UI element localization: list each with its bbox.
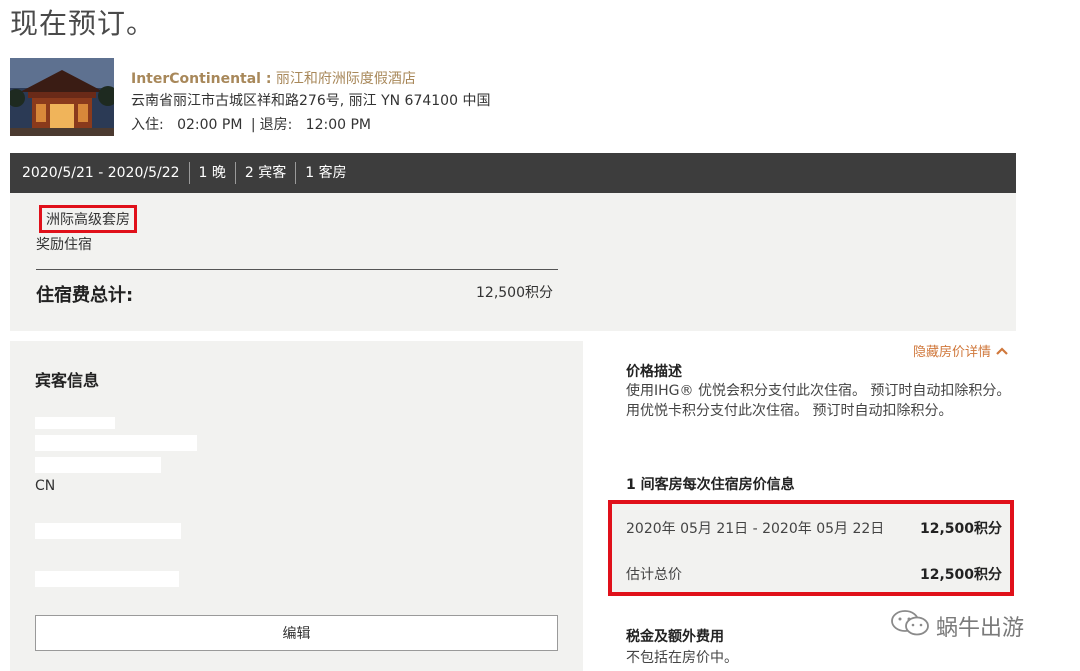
price-description-heading: 价格描述 — [626, 364, 682, 380]
estimated-total-label: 估计总价 — [626, 567, 682, 583]
nightly-points: 12,500积分 — [919, 521, 1002, 537]
redacted-guest-name — [35, 417, 115, 429]
stay-nights: 1 晚 — [190, 162, 236, 184]
redacted-member-number — [35, 523, 181, 539]
checkout-label: 退房: — [259, 117, 293, 133]
hide-rate-details-label: 隐藏房价详情 — [913, 345, 992, 360]
stay-summary-bar: 2020/5/21 - 2020/5/22 1 晚 2 宾客 1 客房 — [10, 153, 1016, 193]
summary-divider — [36, 269, 558, 270]
hotel-checkin-checkout: 入住: 02:00 PM | 退房: 12:00 PM — [131, 114, 371, 134]
rate-type: 奖励住宿 — [36, 237, 92, 253]
estimated-total-value: 12,500积分 — [919, 567, 1002, 583]
redacted-guest-email — [35, 435, 197, 451]
wechat-icon — [890, 608, 930, 644]
time-separator: | — [250, 117, 256, 133]
nightly-rate-box: 2020年 05月 21日 - 2020年 05月 22日 12,500积分 估… — [608, 500, 1014, 596]
nightly-rate-heading: 1 间客房每次住宿房价信息 — [626, 477, 795, 493]
guest-info-panel: 宾客信息 CN 编辑 — [10, 341, 583, 671]
hide-rate-details-link[interactable]: 隐藏房价详情 — [913, 341, 1008, 360]
hotel-photo — [10, 58, 114, 136]
guest-info-heading: 宾客信息 — [35, 371, 100, 390]
edit-guest-button[interactable]: 编辑 — [35, 615, 558, 651]
stay-total-label: 住宿费总计: — [36, 285, 134, 306]
price-description-text: 使用IHG® 优悦会积分支付此次住宿。 预订时自动扣除积分。 用优悦卡积分支付此… — [626, 383, 1011, 419]
hotel-brand: InterContinental : — [131, 71, 272, 87]
guest-country: CN — [35, 478, 56, 494]
checkin-label: 入住: — [131, 117, 164, 133]
watermark: 蜗牛出游 — [890, 608, 1024, 644]
checkout-time: 12:00 PM — [305, 117, 371, 133]
tax-fees-text: 不包括在房价中。 — [626, 650, 738, 666]
stay-total-value: 12,500积分 — [476, 285, 553, 301]
room-summary-panel: 洲际高级套房 奖励住宿 住宿费总计: 12,500积分 — [10, 193, 1016, 331]
hotel-address: 云南省丽江市古城区祥和路276号, 丽江 YN 674100 中国 — [131, 93, 491, 109]
nightly-dates: 2020年 05月 21日 - 2020年 05月 22日 — [626, 521, 885, 537]
chevron-up-icon — [996, 346, 1008, 359]
page-title: 现在预订。 — [10, 7, 156, 40]
stay-dates: 2020/5/21 - 2020/5/22 — [10, 162, 190, 184]
watermark-text: 蜗牛出游 — [936, 616, 1025, 641]
checkin-time: 02:00 PM — [177, 117, 243, 133]
stay-guests: 2 宾客 — [236, 162, 297, 184]
hotel-name: 丽江和府洲际度假酒店 — [271, 71, 416, 87]
tax-fees-heading: 税金及额外费用 — [626, 629, 724, 645]
hotel-name-line[interactable]: InterContinental : 丽江和府洲际度假酒店 — [131, 68, 416, 88]
redacted-guest-detail — [35, 571, 179, 587]
room-type: 洲际高级套房 — [39, 205, 137, 233]
stay-rooms: 1 客房 — [305, 165, 347, 181]
redacted-guest-phone — [35, 457, 161, 473]
